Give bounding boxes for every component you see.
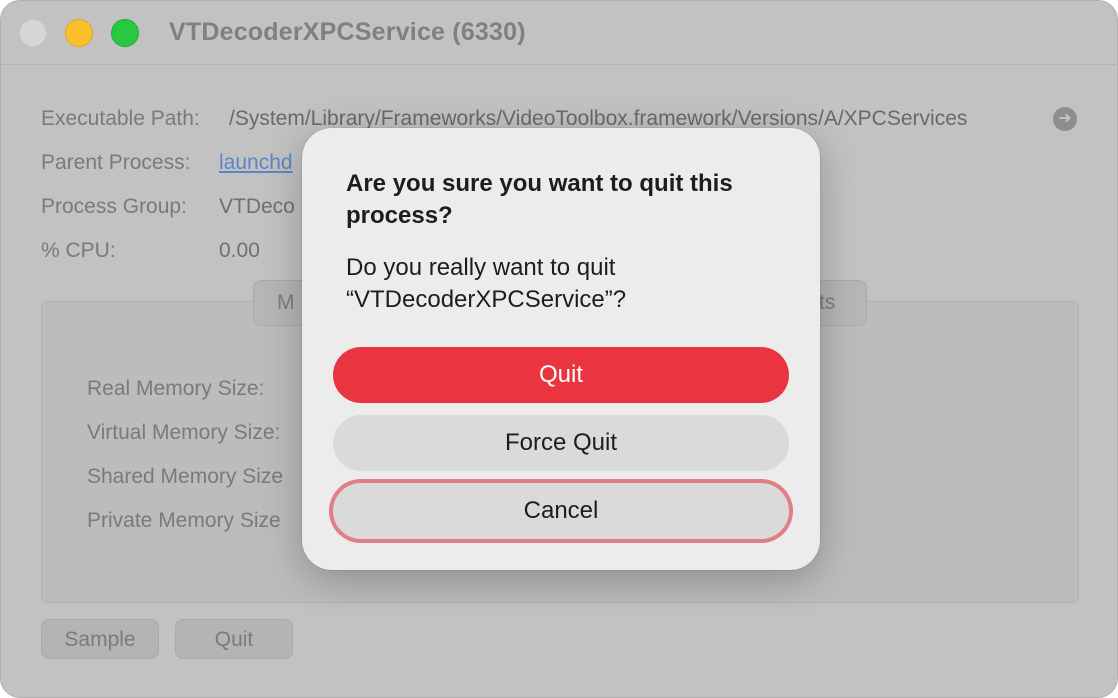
cpu-label: % CPU:	[41, 239, 116, 262]
dialog-message: Do you really want to quit “VTDecoderXPC…	[346, 254, 627, 313]
private-memory-label: Private Memory Size	[87, 509, 281, 532]
quit-process-button[interactable]: Quit	[175, 619, 293, 659]
executable-path-label: Executable Path:	[41, 107, 200, 130]
tab-memory-partial[interactable]: M	[277, 291, 295, 315]
virtual-memory-label: Virtual Memory Size:	[87, 421, 281, 444]
window-title: VTDecoderXPCService (6330)	[169, 18, 526, 46]
close-window-button[interactable]	[19, 19, 47, 47]
parent-process-link[interactable]: launchd	[219, 151, 293, 175]
sample-button[interactable]: Sample	[41, 619, 159, 659]
zoom-window-button[interactable]	[111, 19, 139, 47]
quit-confirmation-dialog: Are you sure you want to quit this proce…	[302, 128, 820, 570]
real-memory-label: Real Memory Size:	[87, 377, 265, 400]
process-group-label: Process Group:	[41, 195, 187, 218]
title-bar: VTDecoderXPCService (6330)	[1, 1, 1117, 65]
minimize-window-button[interactable]	[65, 19, 93, 47]
reveal-in-finder-arrow-icon[interactable]: ➜	[1053, 107, 1077, 131]
process-group-value: VTDeco	[219, 195, 295, 218]
tab-open-files-partial[interactable]: ts	[819, 291, 835, 315]
activity-monitor-window: VTDecoderXPCService (6330) Executable Pa…	[0, 0, 1118, 698]
dialog-force-quit-button[interactable]: Force Quit	[333, 415, 789, 471]
cpu-value: 0.00	[219, 239, 260, 262]
parent-process-label: Parent Process:	[41, 151, 191, 174]
dialog-quit-button[interactable]: Quit	[333, 347, 789, 403]
dialog-title: Are you sure you want to quit this proce…	[346, 170, 733, 229]
shared-memory-label: Shared Memory Size	[87, 465, 284, 488]
dialog-cancel-button[interactable]: Cancel	[333, 483, 789, 539]
